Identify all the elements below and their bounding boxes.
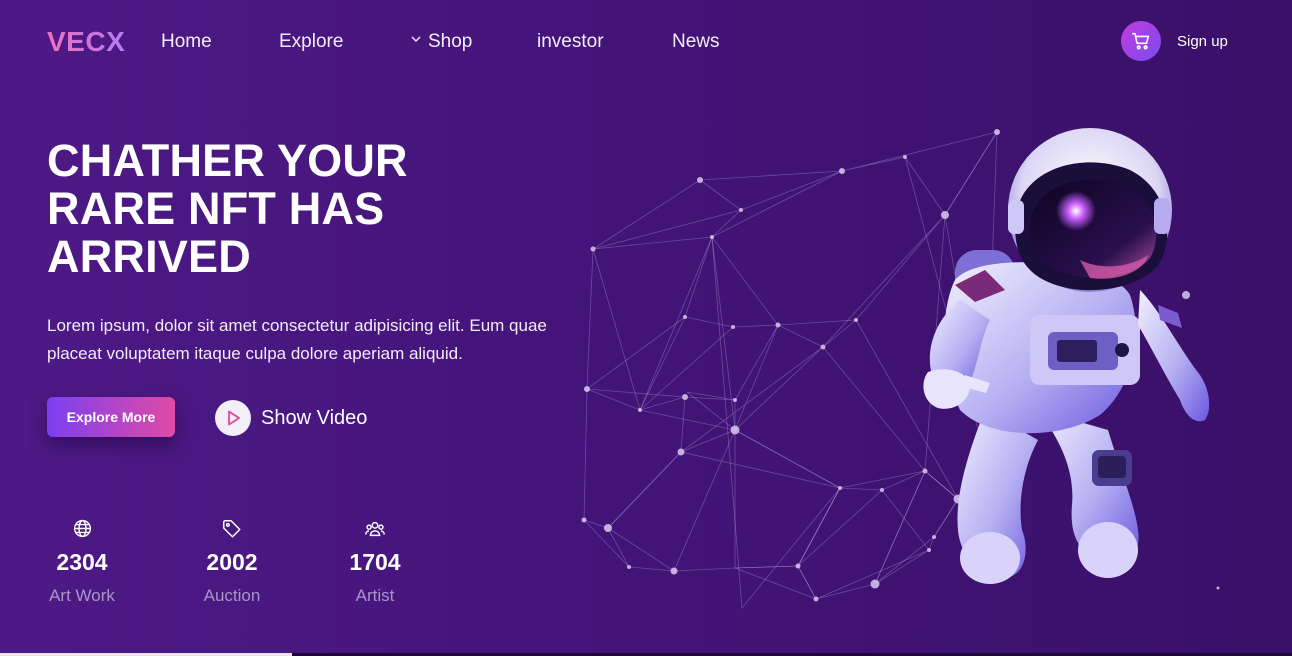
stat-label: Auction — [203, 586, 261, 605]
stat-value: 2304 — [56, 549, 108, 575]
hero-description: Lorem ipsum, dolor sit amet consectetur … — [47, 316, 547, 363]
stat-value: 2002 — [206, 549, 258, 575]
tag-icon — [177, 518, 287, 540]
cart-icon — [1131, 32, 1150, 50]
hero-illustration — [581, 128, 1220, 610]
stat-art-work: 2304 Art Work — [27, 518, 137, 606]
show-video-button[interactable]: Show Video — [215, 399, 367, 437]
hero-title-line: ARRIVED — [47, 231, 251, 282]
nav-link-shop-label: Shop — [428, 31, 473, 52]
nav-link-news[interactable]: News — [672, 31, 720, 53]
signup-link[interactable]: Sign up — [1177, 33, 1228, 50]
logo[interactable]: VECX — [47, 26, 125, 58]
stat-auction: 2002 Auction — [177, 518, 287, 606]
nav-link-explore[interactable]: Explore — [279, 31, 343, 53]
stat-label: Artist — [355, 586, 395, 605]
top-navbar: VECX Home Explore Shop investor News Sig… — [0, 0, 1292, 84]
hero-title-line: RARE NFT HAS — [47, 183, 385, 234]
astronaut — [923, 128, 1210, 584]
nav-link-shop[interactable]: Shop — [410, 31, 472, 53]
explore-more-button[interactable]: Explore More — [47, 397, 175, 437]
stat-label: Art Work — [49, 586, 115, 605]
users-icon — [320, 518, 430, 540]
nav-link-home[interactable]: Home — [161, 31, 212, 53]
cart-button[interactable] — [1121, 21, 1161, 61]
hero-title-line: CHATHER YOUR — [47, 135, 408, 186]
show-video-label: Show Video — [261, 406, 368, 429]
chevron-down-icon — [411, 36, 421, 42]
globe-icon — [27, 518, 137, 540]
nav-link-investor[interactable]: investor — [537, 31, 604, 53]
stat-artist: 1704 Artist — [320, 518, 430, 606]
play-icon — [215, 400, 251, 436]
hero-title: CHATHER YOUR RARE NFT HAS ARRIVED — [47, 137, 527, 281]
stat-value: 1704 — [349, 549, 401, 575]
